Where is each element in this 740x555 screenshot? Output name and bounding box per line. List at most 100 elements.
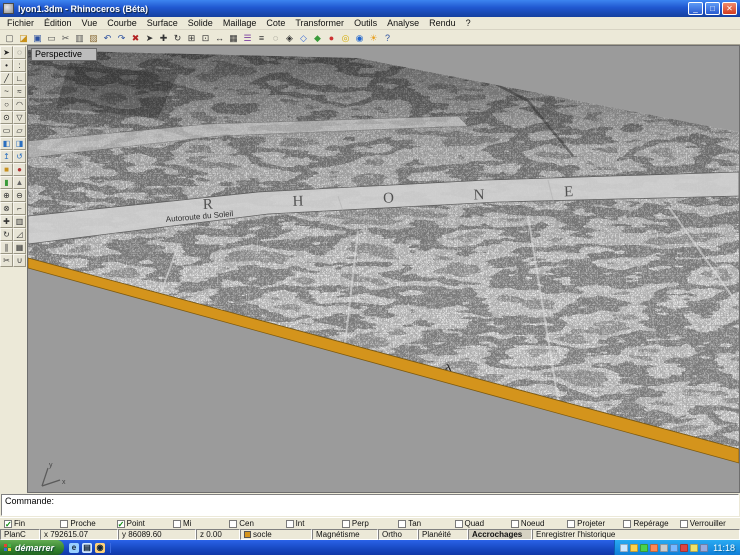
osnap-verrouiller[interactable]: Verrouiller — [680, 519, 736, 528]
boolean-difference-icon[interactable]: ⊖ — [13, 189, 26, 202]
paste-icon[interactable]: ▨ — [87, 31, 100, 44]
osnap-fin[interactable]: ✓Fin — [4, 519, 60, 528]
cone-icon[interactable]: ▲ — [13, 176, 26, 189]
save-icon[interactable]: ▣ — [31, 31, 44, 44]
menu-solide[interactable]: Solide — [183, 17, 218, 29]
circle-icon[interactable]: ○ — [0, 98, 13, 111]
loft-icon[interactable]: ◨ — [13, 137, 26, 150]
join-icon[interactable]: ∪ — [13, 254, 26, 267]
osnap-checkbox[interactable] — [623, 520, 631, 528]
rectangle-icon[interactable]: ▭ — [0, 124, 13, 137]
osnap-checkbox[interactable] — [342, 520, 350, 528]
perspective-viewport[interactable]: Perspective — [27, 45, 740, 493]
minimize-button[interactable]: _ — [688, 2, 703, 15]
rotate-icon[interactable]: ↻ — [171, 31, 184, 44]
lasso-select-icon[interactable]: ◌ — [13, 46, 26, 59]
tray-icon-2[interactable] — [630, 544, 638, 552]
layers-icon[interactable]: ☰ — [241, 31, 254, 44]
copy-tool-icon[interactable]: ▥ — [13, 215, 26, 228]
array-icon[interactable]: ▦ — [13, 241, 26, 254]
status-historique[interactable]: Enregistrer l'historique — [532, 529, 740, 540]
extrude-icon[interactable]: ↥ — [0, 150, 13, 163]
taskbar-clock[interactable]: 11:18 — [713, 543, 735, 553]
named-view-icon[interactable]: ▦ — [227, 31, 240, 44]
start-button[interactable]: démarrer — [0, 540, 64, 555]
osnap-noeud[interactable]: Noeud — [511, 519, 567, 528]
osnap-checkbox[interactable] — [398, 520, 406, 528]
show-desktop-icon[interactable]: ▤ — [82, 543, 92, 553]
tray-icon-7[interactable] — [680, 544, 688, 552]
menu-dition[interactable]: Édition — [39, 17, 77, 29]
status-planeite[interactable]: Planéité — [418, 529, 468, 540]
ellipse-icon[interactable]: ⊙ — [0, 111, 13, 124]
tray-icon-1[interactable] — [620, 544, 628, 552]
menu-rendu[interactable]: Rendu — [424, 17, 461, 29]
osnap-quad[interactable]: Quad — [455, 519, 511, 528]
menu-?[interactable]: ? — [461, 17, 476, 29]
plane-icon[interactable]: ▱ — [13, 124, 26, 137]
menu-transformer[interactable]: Transformer — [290, 17, 349, 29]
osnap-checkbox[interactable] — [229, 520, 237, 528]
status-cplane[interactable]: PlanC — [0, 529, 40, 540]
osnap-cen[interactable]: Cen — [229, 519, 285, 528]
cut-icon[interactable]: ✂ — [59, 31, 72, 44]
menu-surface[interactable]: Surface — [142, 17, 183, 29]
osnap-checkbox[interactable]: ✓ — [4, 520, 12, 528]
osnap-checkbox[interactable]: ✓ — [117, 520, 125, 528]
undo-icon[interactable]: ↶ — [101, 31, 114, 44]
osnap-mi[interactable]: Mi — [173, 519, 229, 528]
osnap-checkbox[interactable] — [567, 520, 575, 528]
osnap-checkbox[interactable] — [60, 520, 68, 528]
interp-curve-icon[interactable]: ≈ — [13, 85, 26, 98]
status-magnetisme[interactable]: Magnétisme — [312, 529, 378, 540]
wireframe-icon[interactable]: ◇ — [297, 31, 310, 44]
print-icon[interactable]: ▭ — [45, 31, 58, 44]
menu-cote[interactable]: Cote — [261, 17, 290, 29]
hide-icon[interactable]: ◌ — [269, 31, 282, 44]
close-button[interactable]: ✕ — [722, 2, 737, 15]
tray-icon-3[interactable] — [640, 544, 648, 552]
point-cloud-icon[interactable]: : — [13, 59, 26, 72]
status-z-coord[interactable]: z 0.00 — [196, 529, 240, 540]
osnap-point[interactable]: ✓Point — [117, 519, 173, 528]
new-file-icon[interactable]: ▢ — [3, 31, 16, 44]
status-x-coord[interactable]: x 792615.07 — [40, 529, 118, 540]
osnap-checkbox[interactable] — [286, 520, 294, 528]
boolean-intersect-icon[interactable]: ⊗ — [0, 202, 13, 215]
select-arrow-icon[interactable]: ➤ — [143, 31, 156, 44]
menu-fichier[interactable]: Fichier — [2, 17, 39, 29]
osnap-repérage[interactable]: Repérage — [623, 519, 679, 528]
ghosted-icon[interactable]: ◎ — [339, 31, 352, 44]
mirror-icon[interactable]: ∥ — [0, 241, 13, 254]
menu-courbe[interactable]: Courbe — [102, 17, 142, 29]
menu-vue[interactable]: Vue — [77, 17, 103, 29]
osnap-tan[interactable]: Tan — [398, 519, 454, 528]
osnap-proche[interactable]: Proche — [60, 519, 116, 528]
move-tool-icon[interactable]: ✚ — [0, 215, 13, 228]
osnap-checkbox[interactable] — [511, 520, 519, 528]
maximize-button[interactable]: □ — [705, 2, 720, 15]
osnap-perp[interactable]: Perp — [342, 519, 398, 528]
point-icon[interactable]: • — [0, 59, 13, 72]
revolve-icon[interactable]: ↺ — [13, 150, 26, 163]
tray-icon-9[interactable] — [700, 544, 708, 552]
osnap-projeter[interactable]: Projeter — [567, 519, 623, 528]
open-file-icon[interactable]: ◪ — [17, 31, 30, 44]
pan-icon[interactable]: ↔ — [213, 31, 226, 44]
shaded-icon[interactable]: ◆ — [311, 31, 324, 44]
zoom-extents-icon[interactable]: ⊞ — [185, 31, 198, 44]
copy-icon[interactable]: ▥ — [73, 31, 86, 44]
tray-icon-8[interactable] — [690, 544, 698, 552]
osnap-checkbox[interactable] — [173, 520, 181, 528]
delete-icon[interactable]: ✖ — [129, 31, 142, 44]
osnap-checkbox[interactable] — [680, 520, 688, 528]
lock-icon[interactable]: ◈ — [283, 31, 296, 44]
polyline-icon[interactable]: ∟ — [13, 72, 26, 85]
line-icon[interactable]: ╱ — [0, 72, 13, 85]
media-player-icon[interactable]: ◉ — [95, 543, 105, 553]
osnap-checkbox[interactable] — [455, 520, 463, 528]
arc-icon[interactable]: ◠ — [13, 98, 26, 111]
viewport-title[interactable]: Perspective — [31, 48, 97, 61]
sun-icon[interactable]: ☀ — [367, 31, 380, 44]
rendered-icon[interactable]: ● — [325, 31, 338, 44]
